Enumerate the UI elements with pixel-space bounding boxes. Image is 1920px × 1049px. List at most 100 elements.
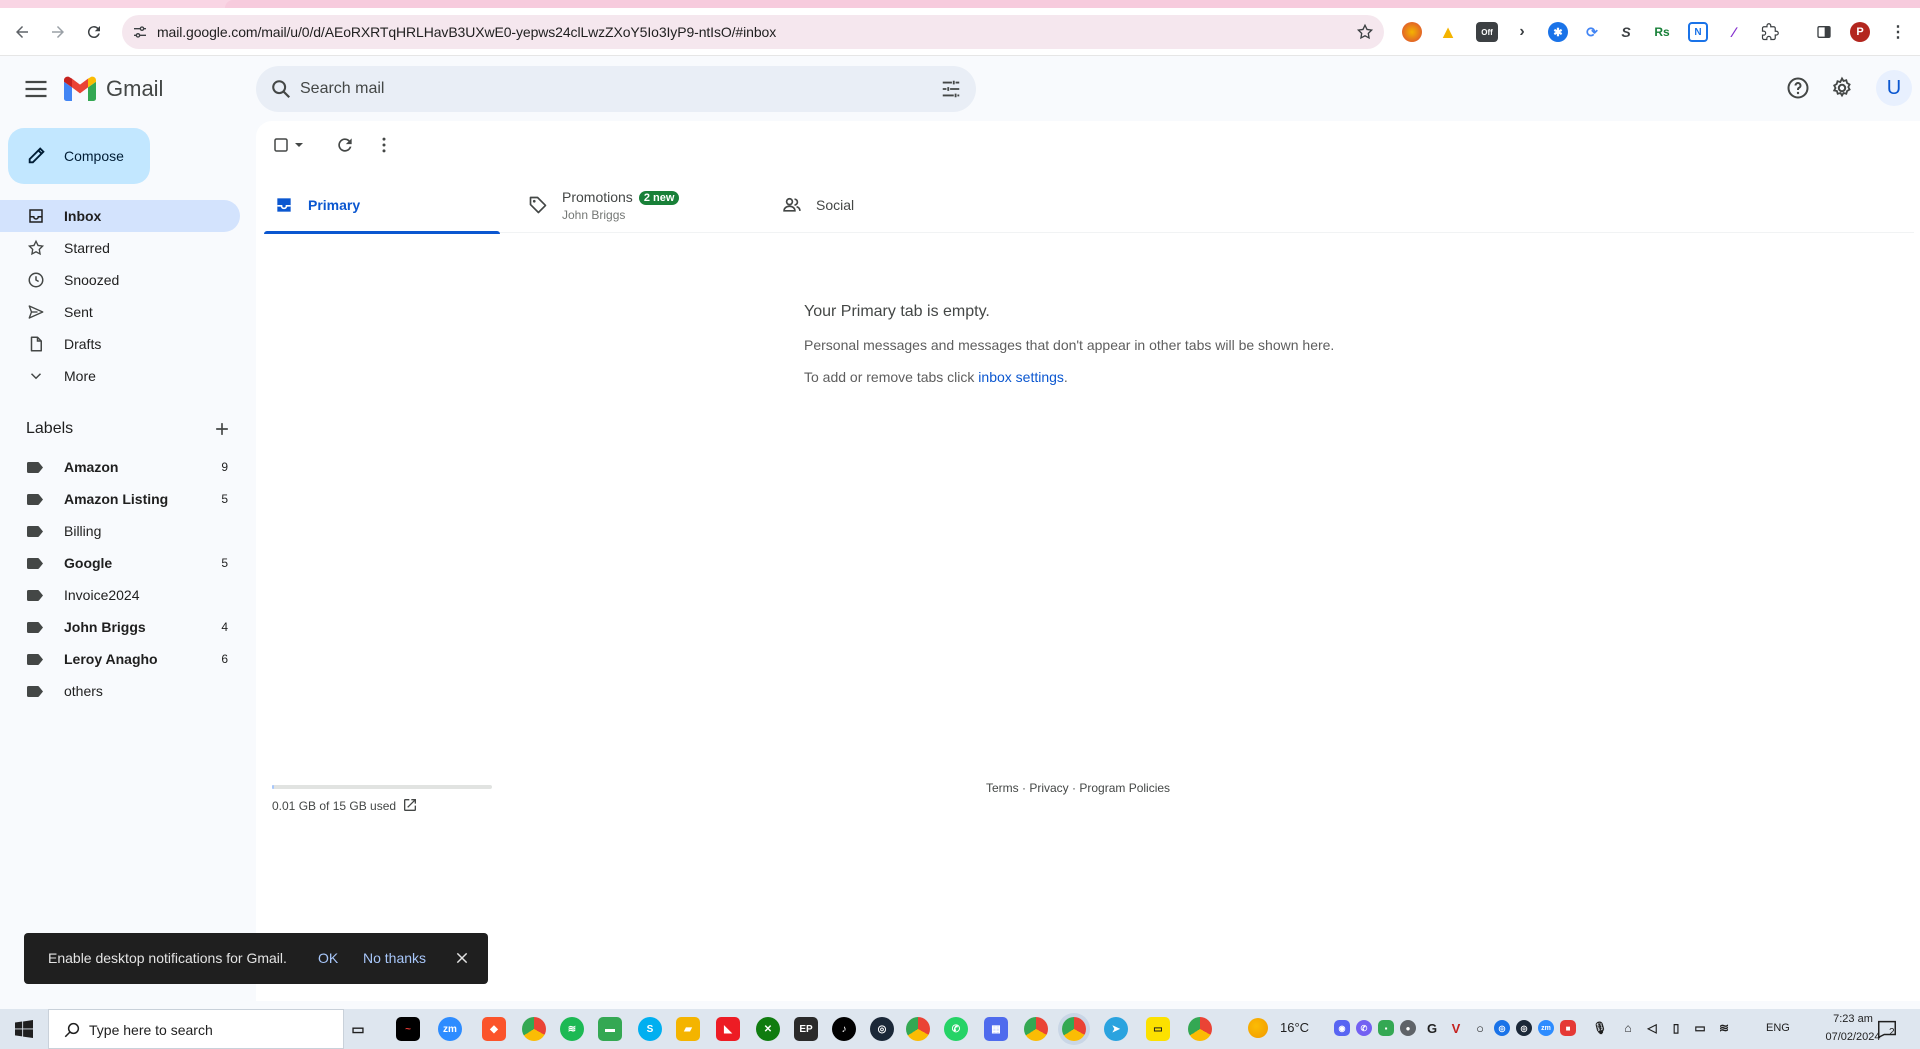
close-icon[interactable] bbox=[454, 950, 470, 966]
taskbar-skype-icon[interactable]: S bbox=[638, 1017, 662, 1041]
open-external-icon[interactable] bbox=[402, 797, 418, 813]
extensions-puzzle-icon[interactable] bbox=[1760, 22, 1780, 42]
tray-circle-icon[interactable]: ○ bbox=[1472, 1020, 1488, 1036]
tray-red-icon[interactable]: V bbox=[1448, 1020, 1464, 1036]
sidebar-item-sent[interactable]: Sent bbox=[0, 296, 240, 328]
taskbar-brave-icon[interactable]: ◆ bbox=[482, 1017, 506, 1041]
sidebar-item-drafts[interactable]: Drafts bbox=[0, 328, 240, 360]
taskbar-chrome-icon[interactable] bbox=[522, 1017, 546, 1041]
label-item[interactable]: Invoice2024 bbox=[0, 579, 240, 611]
tray-volume-icon[interactable]: ◁ bbox=[1644, 1020, 1660, 1036]
taskbar-search[interactable]: Type here to search bbox=[48, 1009, 344, 1049]
tab-promotions[interactable]: Promotions 2 new John Briggs bbox=[518, 177, 754, 233]
label-item[interactable]: Leroy Anagho 6 bbox=[0, 643, 240, 675]
tray-network-icon[interactable]: ⌂ bbox=[1620, 1020, 1636, 1036]
refresh-icon[interactable] bbox=[335, 135, 355, 155]
label-item[interactable]: Billing bbox=[0, 515, 240, 547]
search-options-icon[interactable] bbox=[940, 78, 962, 100]
sidebar-item-inbox[interactable]: Inbox bbox=[0, 200, 240, 232]
taskbar-whatsapp-icon[interactable]: ✆ bbox=[944, 1017, 968, 1041]
label-item[interactable]: John Briggs 4 bbox=[0, 611, 240, 643]
select-all-checkbox[interactable] bbox=[272, 136, 290, 154]
label-item[interactable]: Amazon 9 bbox=[0, 451, 240, 483]
tray-battery-icon[interactable]: ▯ bbox=[1668, 1020, 1684, 1036]
extension-s-icon[interactable]: S bbox=[1616, 22, 1636, 42]
taskbar-xbox-icon[interactable]: ✕ bbox=[756, 1017, 780, 1041]
extension-n-icon[interactable]: N bbox=[1688, 22, 1708, 42]
gmail-logo[interactable] bbox=[64, 76, 96, 102]
taskbar-chrome-3-icon[interactable] bbox=[1024, 1017, 1048, 1041]
settings-gear-icon[interactable] bbox=[1830, 76, 1854, 100]
site-info-icon[interactable] bbox=[132, 24, 148, 40]
sidebar-item-more[interactable]: More bbox=[0, 360, 240, 392]
help-icon[interactable] bbox=[1786, 76, 1810, 100]
bookmark-star-icon[interactable] bbox=[1356, 23, 1374, 41]
main-menu-icon[interactable] bbox=[22, 75, 50, 103]
taskbar-files-icon[interactable]: ▰ bbox=[676, 1017, 700, 1041]
tray-zoom-icon[interactable]: zm bbox=[1538, 1020, 1554, 1036]
extension-pen-icon[interactable]: ∕ bbox=[1724, 22, 1744, 42]
taskbar-tiktok-icon[interactable]: ♪ bbox=[832, 1017, 856, 1041]
extension-rs-icon[interactable]: Rs bbox=[1652, 22, 1672, 42]
tab-social[interactable]: Social bbox=[772, 177, 1008, 233]
tray-wifi-icon[interactable]: ≋ bbox=[1716, 1020, 1732, 1036]
label-item[interactable]: Google 5 bbox=[0, 547, 240, 579]
profile-avatar[interactable]: P bbox=[1850, 22, 1870, 42]
task-view-icon[interactable]: ▭ bbox=[346, 1017, 370, 1041]
more-options-icon[interactable] bbox=[374, 135, 394, 155]
tray-google-icon[interactable]: G bbox=[1424, 1020, 1440, 1036]
extension-drive-icon[interactable]: ▲ bbox=[1438, 22, 1458, 42]
taskbar-chrome-4-icon[interactable] bbox=[1188, 1017, 1212, 1041]
forward-button[interactable] bbox=[46, 20, 70, 44]
privacy-link[interactable]: Privacy bbox=[1029, 781, 1068, 795]
select-dropdown-icon[interactable] bbox=[294, 140, 304, 150]
extension-color-icon[interactable] bbox=[1402, 22, 1422, 42]
label-item[interactable]: others bbox=[0, 675, 240, 707]
taskbar-chrome-2-icon[interactable] bbox=[906, 1017, 930, 1041]
taskbar-sticky-notes-icon[interactable]: ▭ bbox=[1146, 1017, 1170, 1041]
tray-discord-icon[interactable]: ◉ bbox=[1334, 1020, 1350, 1036]
sidebar-item-snoozed[interactable]: Snoozed bbox=[0, 264, 240, 296]
extension-play-icon[interactable]: › bbox=[1512, 22, 1532, 42]
tray-green-icon[interactable]: ▪ bbox=[1378, 1020, 1394, 1036]
browser-menu-icon[interactable]: ⋮ bbox=[1888, 22, 1908, 42]
tray-viber-icon[interactable]: ✆ bbox=[1356, 1020, 1372, 1036]
taskbar-calculator-icon[interactable]: ▦ bbox=[984, 1017, 1008, 1041]
extension-blue-icon[interactable]: ✱ bbox=[1548, 22, 1568, 42]
sidebar-item-starred[interactable]: Starred bbox=[0, 232, 240, 264]
extension-off-icon[interactable]: Off bbox=[1476, 22, 1498, 42]
taskbar-chat-icon[interactable]: ▬ bbox=[598, 1017, 622, 1041]
tray-red-square-icon[interactable]: ■ bbox=[1560, 1020, 1576, 1036]
compose-button[interactable]: Compose bbox=[8, 128, 150, 184]
tray-microphone-icon[interactable]: 🎙 bbox=[1592, 1020, 1608, 1036]
tray-blue-icon[interactable]: ◎ bbox=[1494, 1020, 1510, 1036]
tab-primary[interactable]: Primary bbox=[264, 177, 500, 234]
label-item[interactable]: Amazon Listing 5 bbox=[0, 483, 240, 515]
toast-no-thanks-button[interactable]: No thanks bbox=[363, 950, 426, 966]
terms-link[interactable]: Terms bbox=[986, 781, 1019, 795]
program-policies-link[interactable]: Program Policies bbox=[1079, 781, 1170, 795]
start-button[interactable] bbox=[0, 1009, 48, 1049]
reload-button[interactable] bbox=[82, 20, 106, 44]
taskbar-amd-icon[interactable]: ◣ bbox=[716, 1017, 740, 1041]
taskbar-zoom-icon[interactable]: zm bbox=[438, 1017, 462, 1041]
extension-sync-icon[interactable]: ⟳ bbox=[1582, 22, 1602, 42]
taskbar-chrome-active-icon[interactable] bbox=[1062, 1017, 1086, 1041]
tray-display-icon[interactable]: ▭ bbox=[1692, 1020, 1708, 1036]
toast-ok-button[interactable]: OK bbox=[318, 950, 338, 966]
back-button[interactable] bbox=[10, 20, 34, 44]
address-bar[interactable]: mail.google.com/mail/u/0/d/AEoRXRTqHRLHa… bbox=[122, 15, 1384, 49]
keyboard-language[interactable]: ENG bbox=[1766, 1022, 1790, 1034]
account-avatar[interactable]: U bbox=[1876, 70, 1912, 106]
weather-temp[interactable]: 16°C bbox=[1280, 1020, 1309, 1035]
taskbar-epic-icon[interactable]: EP bbox=[794, 1017, 818, 1041]
search-bar[interactable] bbox=[256, 66, 976, 112]
side-panel-icon[interactable] bbox=[1814, 22, 1834, 42]
tray-grey-icon[interactable]: ● bbox=[1400, 1020, 1416, 1036]
taskbar-steam-icon[interactable]: ◎ bbox=[870, 1017, 894, 1041]
tray-steam-icon[interactable]: ◎ bbox=[1516, 1020, 1532, 1036]
weather-icon[interactable] bbox=[1248, 1018, 1268, 1038]
search-icon[interactable] bbox=[270, 78, 292, 100]
taskbar-telegram-icon[interactable]: ➤ bbox=[1104, 1017, 1128, 1041]
add-label-icon[interactable] bbox=[212, 419, 232, 439]
